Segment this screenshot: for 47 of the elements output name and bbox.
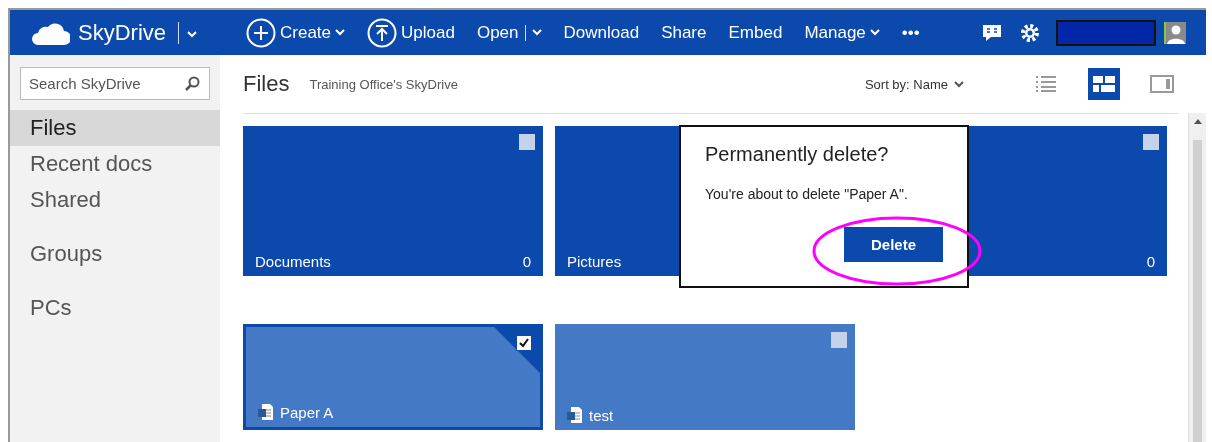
search-icon xyxy=(184,76,200,92)
toolbar-button[interactable]: ••• xyxy=(890,10,931,55)
cloud-icon xyxy=(32,20,70,45)
toolbar-button[interactable]: Download xyxy=(552,10,651,55)
toolbar-button[interactable]: Embed xyxy=(717,10,794,55)
chevron-down-icon xyxy=(187,31,197,38)
settings-icon[interactable] xyxy=(1020,22,1040,43)
avatar-icon[interactable] xyxy=(1164,21,1186,44)
file-name: Paper A xyxy=(258,403,334,421)
chevron-down-icon xyxy=(954,80,964,88)
toolbar-button[interactable]: Upload xyxy=(356,10,466,55)
upload-icon xyxy=(367,17,398,48)
sidebar-item[interactable]: Groups xyxy=(10,236,220,272)
feedback-icon[interactable] xyxy=(982,22,1002,43)
view-button[interactable] xyxy=(1088,68,1120,100)
sidebar-item[interactable]: Shared xyxy=(10,182,220,218)
folder-name: Documents xyxy=(255,253,331,270)
folder-name: Pictures xyxy=(567,253,622,270)
file-name: test xyxy=(567,406,614,424)
toolbar-button[interactable]: Manage xyxy=(793,10,891,55)
list-view-icon xyxy=(1036,76,1056,92)
file-tile[interactable]: Paper A xyxy=(243,324,543,430)
page-title: Files xyxy=(243,71,290,97)
toolbar-button[interactable]: Create xyxy=(235,10,357,55)
sidebar-item[interactable]: PCs xyxy=(10,290,220,326)
scrollbar[interactable] xyxy=(1188,113,1206,442)
details-pane-icon xyxy=(1150,75,1174,93)
app-logo: SkyDrive xyxy=(78,19,166,46)
search-field[interactable]: Search SkyDrive xyxy=(20,67,210,100)
scroll-up-arrow-icon[interactable] xyxy=(1193,118,1202,124)
page-subtitle: Training Office's SkyDrive xyxy=(309,76,459,92)
tiles-view-icon xyxy=(1093,76,1115,92)
checkbox[interactable] xyxy=(516,335,532,351)
sort-dropdown[interactable]: Sort by: Name xyxy=(858,75,970,93)
item-count: 0 xyxy=(1146,253,1155,270)
account-name-block[interactable] xyxy=(1056,19,1156,46)
word-document-icon xyxy=(258,403,274,421)
delete-button[interactable]: Delete xyxy=(844,227,943,262)
word-document-icon xyxy=(567,406,583,424)
toolbar-button[interactable]: Open xyxy=(465,10,553,55)
sidebar-item[interactable]: Files xyxy=(10,110,220,146)
item-count: 0 xyxy=(522,253,531,270)
plus-circle-icon xyxy=(246,17,276,48)
file-tile[interactable]: test xyxy=(555,324,855,430)
toolbar-button[interactable]: Share xyxy=(650,10,718,55)
folder-tile[interactable]: Documents 0 xyxy=(243,126,543,276)
sidebar-item[interactable]: Recent docs xyxy=(10,146,220,182)
